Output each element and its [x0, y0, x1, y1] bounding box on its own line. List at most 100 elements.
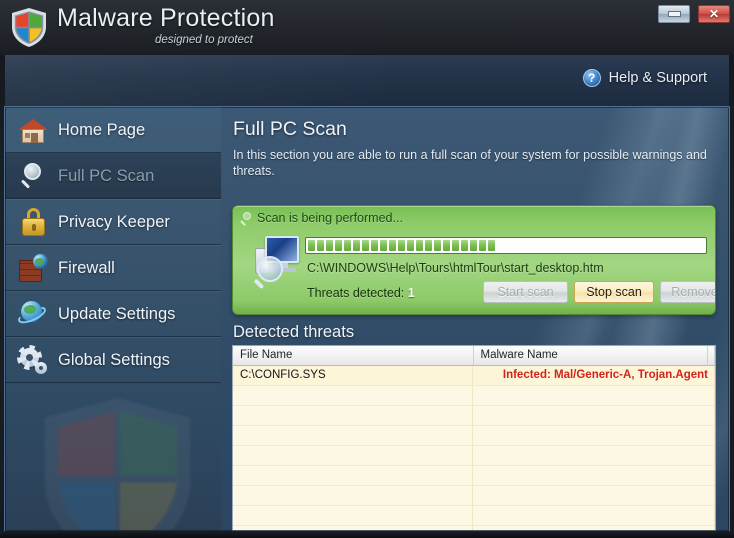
sidebar-item-label: Global Settings [58, 350, 170, 369]
progress-chunk [326, 240, 333, 251]
toolbar: ? Help & Support [5, 55, 729, 107]
sidebar-item-full-pc-scan[interactable]: Full PC Scan [5, 153, 221, 199]
progress-chunk [317, 240, 324, 251]
progress-chunks [308, 240, 704, 251]
progress-chunk [416, 240, 423, 251]
app-title: Malware Protection [57, 4, 275, 32]
cell-file-name [233, 406, 473, 425]
column-header-malware-name[interactable]: Malware Name [474, 346, 709, 365]
progress-chunk [371, 240, 378, 251]
sidebar-item-label: Full PC Scan [58, 166, 155, 185]
progress-chunk [443, 240, 450, 251]
minimize-button[interactable] [658, 5, 690, 23]
main-content: Full PC Scan In this section you are abl… [221, 107, 729, 531]
start-scan-button[interactable]: Start scan [483, 281, 568, 303]
progress-chunk [308, 240, 315, 251]
detected-threats-table: File Name Malware Name C:\CONFIG.SYS Infe… [232, 345, 716, 531]
cell-file-name [233, 506, 473, 525]
progress-chunk [362, 240, 369, 251]
progress-chunk [344, 240, 351, 251]
app-tagline: designed to protect [155, 34, 253, 46]
scan-panel: Scan is being performed... C:\WINDOWS\He… [232, 205, 716, 315]
cell-malware-name [473, 406, 715, 425]
sidebar-item-home-page[interactable]: Home Page [5, 107, 221, 153]
sidebar-item-privacy-keeper[interactable]: Privacy Keeper [5, 199, 221, 245]
small-magnifier-icon [240, 212, 252, 226]
progress-chunk [380, 240, 387, 251]
close-button[interactable]: ✕ [698, 5, 730, 23]
table-row-empty[interactable] [233, 466, 715, 486]
progress-chunk [353, 240, 360, 251]
magnifier-icon [16, 159, 50, 193]
sidebar-item-firewall[interactable]: Firewall [5, 245, 221, 291]
window-bottom-bar [0, 531, 734, 538]
progress-chunk [470, 240, 477, 251]
cell-malware-name [473, 486, 715, 505]
remove-all-button[interactable]: Remove all [660, 281, 715, 303]
threats-detected-label: Threats detected: [307, 286, 405, 300]
progress-chunk [407, 240, 414, 251]
title-bar: Malware Protection designed to protect ✕ [0, 0, 734, 55]
cell-malware-name [473, 426, 715, 445]
cell-file-name: C:\CONFIG.SYS [233, 366, 473, 385]
table-row-empty[interactable] [233, 426, 715, 446]
table-row-empty[interactable] [233, 446, 715, 466]
cell-malware-name [473, 386, 715, 405]
sidebar-item-global-settings[interactable]: Global Settings [5, 337, 221, 383]
cell-malware-name [473, 466, 715, 485]
table-body: C:\CONFIG.SYS Infected: Mal/Generic-A, Tr… [233, 366, 715, 530]
column-header-spacer [708, 346, 715, 365]
cell-file-name [233, 486, 473, 505]
progress-chunk [434, 240, 441, 251]
scan-current-path: C:\WINDOWS\Help\Tours\htmlTour\start_des… [307, 261, 604, 275]
shield-icon [12, 8, 46, 47]
computer-scan-icon [253, 234, 303, 290]
cell-file-name [233, 386, 473, 405]
brick-wall-icon [16, 251, 50, 285]
progress-chunk [398, 240, 405, 251]
globe-refresh-icon [15, 297, 50, 331]
sidebar-item-update-settings[interactable]: Update Settings [5, 291, 221, 337]
progress-chunk [425, 240, 432, 251]
help-and-support-label: Help & Support [608, 70, 707, 86]
detected-threats-title: Detected threats [233, 323, 355, 341]
help-and-support-button[interactable]: ? Help & Support [582, 69, 707, 87]
table-row-empty[interactable] [233, 386, 715, 406]
progress-chunk [479, 240, 486, 251]
sidebar-item-label: Update Settings [58, 304, 176, 323]
progress-chunk [488, 240, 495, 251]
cell-file-name [233, 446, 473, 465]
cell-malware-name [473, 446, 715, 465]
threats-detected-count: 1 [407, 286, 415, 300]
table-row-empty[interactable] [233, 486, 715, 506]
cell-malware-name: Infected: Mal/Generic-A, Trojan.Agent [473, 366, 715, 385]
progress-chunk [452, 240, 459, 251]
shield-watermark-icon [44, 398, 191, 531]
table-row[interactable]: C:\CONFIG.SYS Infected: Mal/Generic-A, Tr… [233, 366, 715, 386]
cell-file-name [233, 426, 473, 445]
cell-malware-name [473, 506, 715, 525]
column-header-file-name[interactable]: File Name [233, 346, 474, 365]
padlock-icon [16, 205, 50, 239]
scan-progress-bar [305, 237, 707, 254]
sidebar-item-label: Privacy Keeper [58, 212, 170, 231]
sidebar-item-label: Home Page [58, 120, 146, 139]
sidebar-item-label: Firewall [58, 258, 115, 277]
application-window: Malware Protection designed to protect ✕… [0, 0, 734, 538]
gears-icon [16, 343, 50, 377]
scan-status-text: Scan is being performed... [257, 211, 403, 225]
sidebar: Home Page Full PC Scan Privacy Keeper Fi… [5, 107, 221, 531]
house-icon [16, 113, 50, 147]
progress-chunk [335, 240, 342, 251]
threats-detected-row: Threats detected: 1 [307, 286, 415, 300]
question-mark-icon: ? [582, 69, 601, 87]
table-row-empty[interactable] [233, 506, 715, 526]
stop-scan-button[interactable]: Stop scan [574, 281, 654, 303]
cell-file-name [233, 466, 473, 485]
page-title: Full PC Scan [233, 118, 347, 140]
table-header-row: File Name Malware Name [233, 346, 715, 366]
progress-chunk [389, 240, 396, 251]
page-description: In this section you are able to run a fu… [233, 148, 707, 178]
table-row-empty[interactable] [233, 406, 715, 426]
scan-status-row: Scan is being performed... [240, 211, 403, 226]
